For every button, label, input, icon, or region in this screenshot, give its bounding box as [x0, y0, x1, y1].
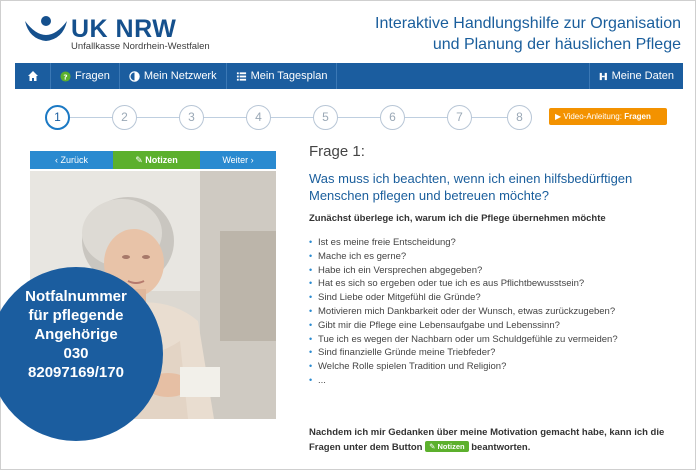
inline-notes-button[interactable]: ✎ Notizen [425, 441, 469, 452]
step-3[interactable]: 3 [179, 105, 204, 130]
nav-item-mein-tagesplan[interactable]: Mein Tagesplan [227, 63, 338, 89]
question-subtitle: Zunächst überlege ich, warum ich die Pfl… [309, 213, 606, 224]
notes-label: Notizen [145, 155, 178, 165]
nav-home[interactable] [15, 63, 51, 89]
question-content: Frage 1: Was muss ich beachten, wenn ich… [309, 143, 679, 388]
step-5[interactable]: 5 [313, 105, 338, 130]
list-item: Habe ich ein Versprechen abgegeben? [309, 264, 679, 278]
inline-notes-label: Notizen [437, 442, 465, 451]
list-item: Gibt mir die Pflege eine Lebensaufgabe u… [309, 319, 679, 333]
pencil-icon: ✎ [429, 442, 436, 451]
notes-button[interactable]: ✎ Notizen [113, 151, 200, 169]
app-title-line2: und Planung der häuslichen Pflege [432, 36, 681, 53]
contrast-icon [129, 70, 140, 82]
home-icon [27, 71, 38, 81]
nav-item-label: Meine Daten [611, 70, 674, 82]
film-icon: ▶ [555, 112, 562, 121]
list-item: Ist es meine freie Entscheidung? [309, 236, 679, 250]
video-guide-topic: Fragen [624, 112, 651, 121]
list-item: Tue ich es wegen der Nachbarn oder um Sc… [309, 333, 679, 347]
question-icon: ? [60, 70, 71, 82]
list-item: Sind finanzielle Gründe meine Triebfeder… [309, 346, 679, 360]
nav-item-fragen[interactable]: ? Fragen [51, 63, 120, 89]
step-4[interactable]: 4 [246, 105, 271, 130]
step-1[interactable]: 1 [45, 105, 70, 130]
app-title: Interaktive Handlungshilfe zur Organisat… [301, 13, 681, 55]
nav-item-meine-daten[interactable]: Meine Daten [589, 63, 683, 89]
video-guide-prefix: Video-Anleitung: [563, 112, 622, 121]
nav-item-mein-netzwerk[interactable]: Mein Netzwerk [120, 63, 227, 89]
list-item: Mache ich es gerne? [309, 250, 679, 264]
app-frame: UK NRW Unfallkasse Nordrhein-Westfalen I… [0, 0, 696, 470]
question-title: Was muss ich beachten, wenn ich einen hi… [309, 171, 633, 203]
logo-subtitle: Unfallkasse Nordrhein-Westfalen [71, 41, 210, 52]
uk-nrw-logo[interactable]: UK NRW Unfallkasse Nordrhein-Westfalen [23, 15, 223, 55]
list-icon [236, 71, 246, 81]
step-6[interactable]: 6 [380, 105, 405, 130]
nav-item-label: Fragen [75, 70, 110, 82]
badge-line-4: 030 [63, 345, 89, 362]
closing-after: beantworten. [471, 442, 531, 453]
list-item: Welche Rolle spielen Tradition und Relig… [309, 360, 679, 374]
badge-line-3: Angehörige [34, 326, 118, 343]
list-item: Motivieren mich Dankbarkeit oder der Wun… [309, 305, 679, 319]
logo-mark-icon [25, 16, 67, 41]
nav-item-label: Mein Tagesplan [250, 70, 328, 82]
next-button[interactable]: Weiter › [200, 151, 276, 169]
nav-item-label: Mein Netzwerk [143, 70, 217, 82]
step-2[interactable]: 2 [112, 105, 137, 130]
list-item: ... [309, 374, 679, 388]
back-button[interactable]: ‹ Zurück [30, 151, 113, 169]
closing-text: Nachdem ich mir Gedanken über meine Moti… [309, 425, 685, 455]
question-number: Frage 1: [309, 143, 365, 160]
site-header: UK NRW Unfallkasse Nordrhein-Westfalen I… [1, 1, 696, 67]
step-8[interactable]: 8 [507, 105, 532, 130]
app-title-line1: Interaktive Handlungshilfe zur Organisat… [375, 15, 681, 32]
badge-line-5: 82097169/170 [28, 364, 124, 381]
badge-line-2: für pflegende [28, 307, 124, 324]
svg-text:?: ? [63, 72, 67, 81]
hospital-icon [599, 72, 607, 80]
list-item: Sind Liebe oder Mitgefühl die Gründe? [309, 291, 679, 305]
step-7[interactable]: 7 [447, 105, 472, 130]
main-nav: ? Fragen Mein Netzwerk Mein Tagesplan Me… [15, 63, 683, 89]
video-guide-button[interactable]: ▶ Video-Anleitung: Fragen [549, 108, 667, 125]
logo-name: UK NRW [71, 15, 177, 43]
pager-buttons: ‹ Zurück ✎ Notizen Weiter › [30, 151, 276, 169]
question-list: Ist es meine freie Entscheidung? Mache i… [309, 236, 679, 388]
step-progress: 1 2 3 4 5 6 7 8 [45, 105, 545, 131]
list-item: Hat es sich so ergeben oder tue ich es a… [309, 277, 679, 291]
badge-line-1: Notfalnummer [25, 288, 127, 305]
pencil-icon: ✎ [135, 155, 143, 165]
